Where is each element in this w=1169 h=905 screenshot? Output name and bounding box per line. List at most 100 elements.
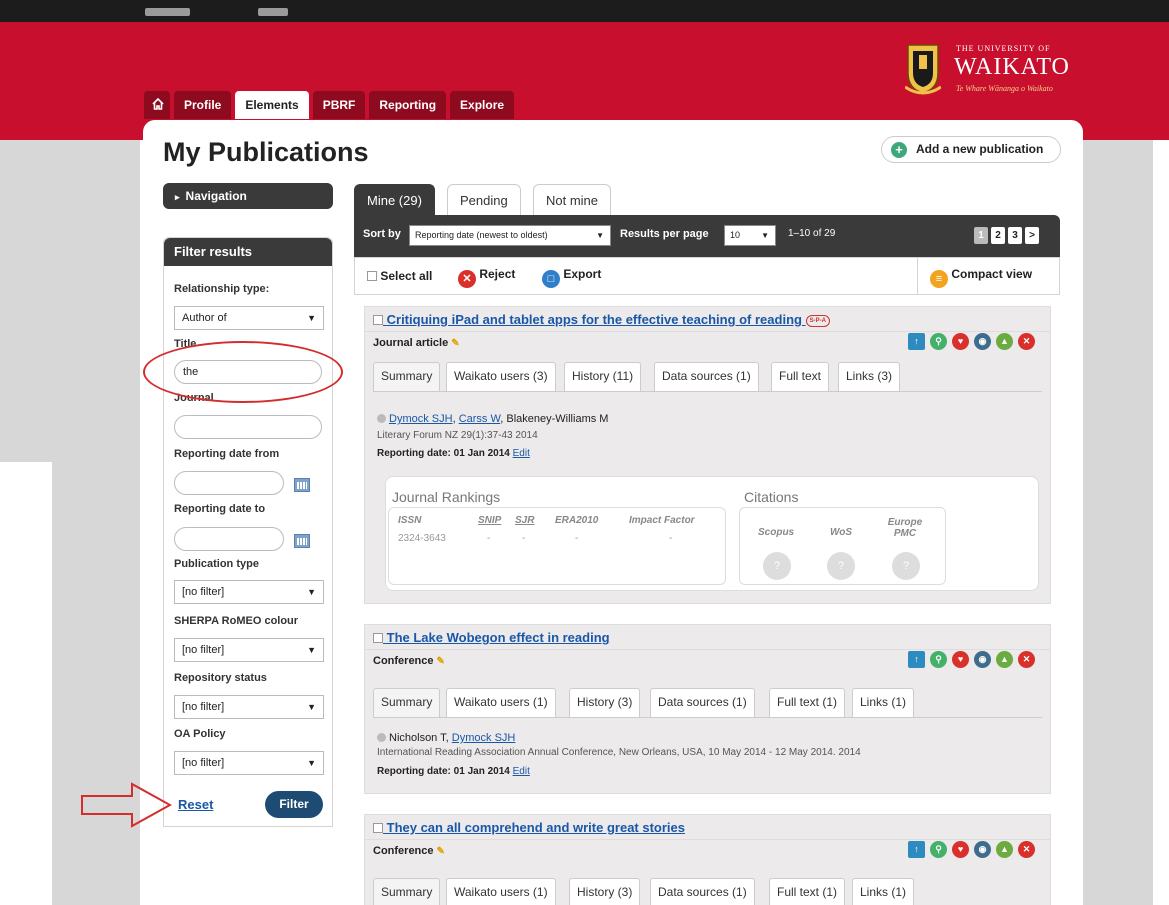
upload-icon[interactable]: ↑ xyxy=(908,841,925,858)
tab-history[interactable]: History (3) xyxy=(569,688,641,717)
calendar-icon[interactable] xyxy=(294,534,310,548)
tab-summary[interactable]: Summary xyxy=(373,362,441,391)
search-icon[interactable]: ⚲ xyxy=(930,651,947,668)
checkbox[interactable] xyxy=(367,271,377,281)
publication-title[interactable]: They can all comprehend and write great … xyxy=(387,820,685,835)
tab-pbrf[interactable]: PBRF xyxy=(312,91,366,119)
oa-select[interactable]: [no filter] ▼ xyxy=(174,751,324,775)
tab-full-text[interactable]: Full text xyxy=(771,362,830,391)
eye-icon[interactable]: ◉ xyxy=(974,841,991,858)
heart-icon[interactable]: ♥ xyxy=(952,841,969,858)
citation: International Reading Association Annual… xyxy=(377,747,861,758)
home-tab[interactable] xyxy=(144,91,170,119)
tab-pending[interactable]: Pending xyxy=(447,184,521,215)
reset-link[interactable]: Reset xyxy=(178,797,213,812)
europe-pmc-count[interactable]: ? xyxy=(892,552,920,580)
tab-links[interactable]: Links (1) xyxy=(852,688,915,717)
scopus-count[interactable]: ? xyxy=(763,552,791,580)
date-from-input[interactable] xyxy=(174,471,284,495)
pubtype-select[interactable]: [no filter] ▼ xyxy=(174,580,324,604)
dropdown-arrow-icon: ▼ xyxy=(307,645,316,655)
tab-links[interactable]: Links (3) xyxy=(838,362,901,391)
author-link[interactable]: Carss W xyxy=(459,413,501,425)
impact-factor-header: Impact Factor xyxy=(629,515,695,526)
compact-view-button[interactable]: ≡ Compact view xyxy=(930,267,1032,288)
tab-mine[interactable]: Mine (29) xyxy=(354,184,435,215)
reporting-date-label: Reporting date: 01 Jan 2014 xyxy=(377,766,510,777)
tab-summary[interactable]: Summary xyxy=(373,688,441,717)
era-value: - xyxy=(575,533,579,544)
repo-select[interactable]: [no filter] ▼ xyxy=(174,695,324,719)
university-motto: Te Whare Wānanga o Waikato xyxy=(956,84,1053,93)
calendar-icon[interactable] xyxy=(294,478,310,492)
journal-input[interactable] xyxy=(174,415,322,439)
checkbox[interactable] xyxy=(373,633,383,643)
tab-data-sources[interactable]: Data sources (1) xyxy=(650,688,755,717)
metrics-panel: Journal Rankings ISSN SNIP SJR ERA2010 I… xyxy=(385,476,1039,591)
navigation-toggle[interactable]: ▸ Navigation xyxy=(163,183,333,209)
sjr-header[interactable]: SJR xyxy=(515,515,534,526)
tab-reporting[interactable]: Reporting xyxy=(369,91,447,119)
tab-history[interactable]: History (3) xyxy=(569,878,641,905)
export-button[interactable]: □ Export xyxy=(542,267,601,288)
upload-icon[interactable]: ↑ xyxy=(908,333,925,350)
date-to-input[interactable] xyxy=(174,527,284,551)
eye-icon[interactable]: ◉ xyxy=(974,333,991,350)
tab-data-sources[interactable]: Data sources (1) xyxy=(654,362,759,391)
close-icon[interactable]: ✕ xyxy=(1018,841,1035,858)
page-1[interactable]: 1 xyxy=(974,227,988,244)
publication-title[interactable]: Critiquing iPad and tablet apps for the … xyxy=(387,312,802,327)
tab-full-text[interactable]: Full text (1) xyxy=(769,688,846,717)
author-link[interactable]: Dymock SJH xyxy=(452,732,516,744)
upload-icon[interactable]: ↑ xyxy=(908,651,925,668)
tab-elements[interactable]: Elements xyxy=(235,91,309,119)
tab-explore[interactable]: Explore xyxy=(450,91,515,119)
tab-full-text[interactable]: Full text (1) xyxy=(769,878,846,905)
filter-button[interactable]: Filter xyxy=(265,791,323,818)
university-small-text: THE UNIVERSITY OF xyxy=(956,44,1051,53)
add-publication-button[interactable]: + Add a new publication xyxy=(881,136,1061,163)
page-3[interactable]: 3 xyxy=(1008,227,1022,244)
author-dot-icon xyxy=(377,733,386,742)
university-logo[interactable]: THE UNIVERSITY OF WAIKATO Te Whare Wānan… xyxy=(900,40,1080,100)
sjr-value: - xyxy=(522,533,526,544)
per-page-select[interactable]: 10 ▼ xyxy=(724,225,776,246)
pencil-icon[interactable]: ✎ xyxy=(451,338,459,349)
tab-history[interactable]: History (11) xyxy=(564,362,642,391)
tab-not-mine[interactable]: Not mine xyxy=(533,184,612,215)
close-icon[interactable]: ✕ xyxy=(1018,333,1035,350)
share-icon[interactable]: ▲ xyxy=(996,333,1013,350)
sort-select[interactable]: Reporting date (newest to oldest) ▼ xyxy=(409,225,611,246)
tab-waikato-users[interactable]: Waikato users (1) xyxy=(446,688,556,717)
tab-profile[interactable]: Profile xyxy=(174,91,232,119)
share-icon[interactable]: ▲ xyxy=(996,841,1013,858)
checkbox[interactable] xyxy=(373,823,383,833)
author-link[interactable]: Dymock SJH xyxy=(389,413,453,425)
page-2[interactable]: 2 xyxy=(991,227,1005,244)
heart-icon[interactable]: ♥ xyxy=(952,651,969,668)
heart-icon[interactable]: ♥ xyxy=(952,333,969,350)
pencil-icon[interactable]: ✎ xyxy=(437,846,445,857)
sherpa-select[interactable]: [no filter] ▼ xyxy=(174,638,324,662)
edit-link[interactable]: Edit xyxy=(513,766,530,777)
relationship-select[interactable]: Author of ▼ xyxy=(174,306,324,330)
wos-count[interactable]: ? xyxy=(827,552,855,580)
select-all[interactable]: Select all xyxy=(367,269,432,283)
publication-title[interactable]: The Lake Wobegon effect in reading xyxy=(387,630,610,645)
close-icon[interactable]: ✕ xyxy=(1018,651,1035,668)
tab-waikato-users[interactable]: Waikato users (1) xyxy=(446,878,556,905)
share-icon[interactable]: ▲ xyxy=(996,651,1013,668)
search-icon[interactable]: ⚲ xyxy=(930,841,947,858)
edit-link[interactable]: Edit xyxy=(513,448,530,459)
checkbox[interactable] xyxy=(373,315,383,325)
tab-summary[interactable]: Summary xyxy=(373,878,441,905)
tab-data-sources[interactable]: Data sources (1) xyxy=(650,878,755,905)
pencil-icon[interactable]: ✎ xyxy=(437,656,445,667)
search-icon[interactable]: ⚲ xyxy=(930,333,947,350)
eye-icon[interactable]: ◉ xyxy=(974,651,991,668)
tab-waikato-users[interactable]: Waikato users (3) xyxy=(446,362,556,391)
reject-button[interactable]: ✕ Reject xyxy=(458,267,515,288)
tab-links[interactable]: Links (1) xyxy=(852,878,915,905)
page-next[interactable]: > xyxy=(1025,227,1039,244)
snip-header[interactable]: SNIP xyxy=(478,515,501,526)
